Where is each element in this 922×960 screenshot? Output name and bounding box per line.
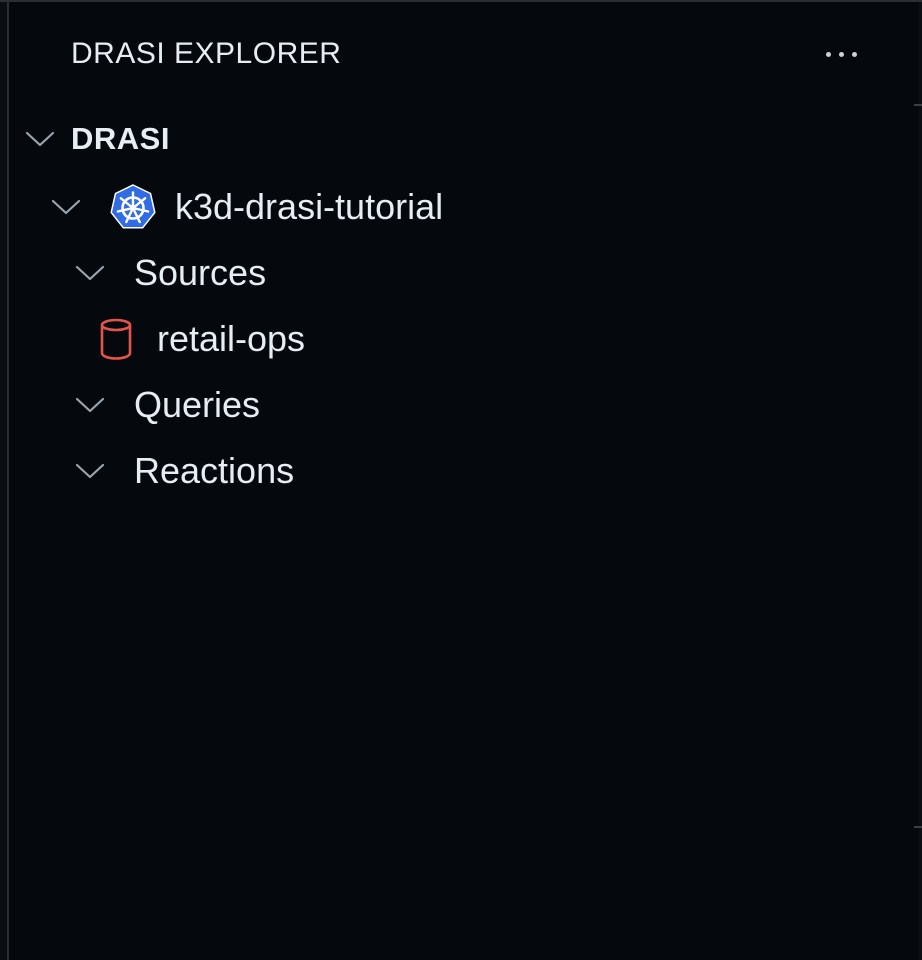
activity-bar-edge — [0, 0, 9, 960]
source-label: retail-ops — [157, 318, 306, 359]
chevron-down-icon — [74, 395, 106, 415]
database-icon — [96, 317, 136, 361]
panel-title: DRASI EXPLORER — [71, 37, 342, 70]
kubernetes-icon — [108, 183, 158, 231]
chevron-down-icon — [24, 129, 56, 149]
more-actions-button[interactable] — [818, 38, 864, 70]
tree-group-reactions[interactable]: Reactions — [10, 440, 919, 502]
tree-group-sources[interactable]: Sources — [10, 242, 919, 304]
tree-item-cluster[interactable]: k3d-drasi-tutorial — [10, 176, 919, 238]
queries-label: Queries — [134, 384, 261, 425]
tree-group-queries[interactable]: Queries — [10, 374, 919, 436]
scrollbar-marker-bottom — [914, 826, 922, 828]
cluster-label: k3d-drasi-tutorial — [175, 186, 444, 227]
reactions-label: Reactions — [134, 450, 295, 491]
ellipsis-icon — [825, 51, 831, 57]
chevron-down-icon — [74, 263, 106, 283]
tree-item-source[interactable]: retail-ops — [10, 308, 919, 370]
chevron-down-icon — [74, 461, 106, 481]
ellipsis-icon — [838, 51, 844, 57]
top-divider — [0, 0, 922, 2]
chevron-down-icon — [50, 197, 82, 217]
tree-section-drasi[interactable]: DRASI — [10, 108, 919, 170]
tree-section-label: DRASI — [71, 121, 170, 156]
scrollbar-marker-top — [914, 104, 922, 106]
drasi-explorer-panel: DRASI EXPLORER DRASI k3d-drasi-tutorial … — [0, 0, 922, 960]
ellipsis-icon — [851, 51, 857, 57]
sources-label: Sources — [134, 252, 267, 293]
